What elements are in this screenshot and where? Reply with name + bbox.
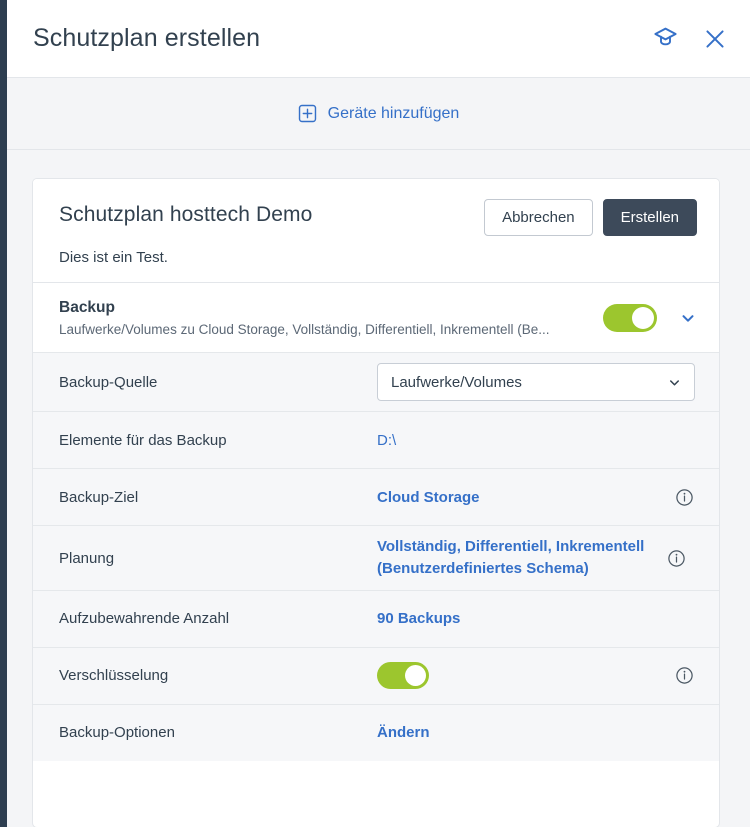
setting-row-label: Planung — [59, 549, 115, 567]
setting-row-label: Verschlüsselung — [59, 667, 169, 685]
setting-row-value[interactable]: Vollständig, Differentiell, Inkrementell… — [377, 536, 655, 580]
setting-row-label: Backup-Optionen — [59, 724, 175, 742]
plan-name[interactable]: Schutzplan hosttech Demo — [59, 199, 312, 227]
setting-row: Planung Vollständig, Differentiell, Inkre… — [33, 525, 719, 590]
setting-row-value[interactable]: Ändern — [377, 724, 663, 741]
protection-plan-card: Schutzplan hosttech Demo Abbrechen Erste… — [32, 178, 720, 827]
plan-header-row: Schutzplan hosttech Demo Abbrechen Erste… — [59, 199, 697, 237]
setting-row: Backup-Ziel Cloud Storage — [33, 468, 719, 526]
encryption-toggle[interactable] — [377, 662, 429, 690]
backup-module-summary: Laufwerke/Volumes zu Cloud Storage, Voll… — [59, 322, 550, 338]
setting-row: Backup-Optionen Ändern — [33, 703, 719, 761]
close-icon[interactable] — [698, 22, 732, 56]
select-selected-value: Laufwerke/Volumes — [391, 373, 522, 391]
toggle-knob — [405, 665, 426, 687]
plan-card-header: Schutzplan hosttech Demo Abbrechen Erste… — [33, 179, 719, 283]
toggle-knob — [632, 307, 654, 330]
setting-row: Backup-Quelle Laufwerke/Volumes — [33, 352, 719, 412]
plan-action-buttons: Abbrechen Erstellen — [484, 199, 697, 237]
create-button[interactable]: Erstellen — [602, 199, 697, 237]
cancel-button[interactable]: Abbrechen — [484, 199, 593, 237]
create-protection-plan-dialog: Schutzplan erstellen Geräte hinzufügen S… — [0, 0, 750, 827]
add-devices-bar: Geräte hinzufügen — [7, 78, 750, 150]
setting-row-value[interactable]: Cloud Storage — [377, 489, 663, 506]
add-devices-label: Geräte hinzufügen — [327, 104, 460, 122]
setting-row-control: Laufwerke/Volumes — [377, 363, 695, 402]
titlebar-actions — [648, 22, 732, 56]
dialog-titlebar: Schutzplan erstellen — [7, 0, 750, 78]
backup-module-controls — [603, 304, 697, 333]
backup-settings-rows: Backup-Quelle Laufwerke/Volumes Elemente f… — [33, 352, 719, 761]
setting-row: Aufzubewahrende Anzahl 90 Backups — [33, 589, 719, 647]
plus-square-icon — [298, 104, 317, 123]
info-icon[interactable] — [671, 666, 697, 685]
setting-row-control — [377, 662, 663, 690]
backup-module-header[interactable]: Backup Laufwerke/Volumes zu Cloud Storag… — [33, 282, 719, 353]
setting-row-value[interactable]: D:\ — [377, 432, 663, 449]
setting-row-value[interactable]: 90 Backups — [377, 610, 663, 627]
chevron-down-icon — [667, 375, 682, 390]
info-icon[interactable] — [663, 549, 689, 568]
backup-enable-toggle[interactable] — [603, 304, 657, 333]
chevron-down-icon[interactable] — [679, 309, 697, 327]
graduation-cap-icon[interactable] — [648, 22, 682, 56]
setting-row-label: Backup-Quelle — [59, 373, 158, 391]
setting-row-label: Elemente für das Backup — [59, 431, 227, 449]
backup-source-select[interactable]: Laufwerke/Volumes — [377, 363, 695, 402]
setting-row: Elemente für das Backup D:\ — [33, 411, 719, 469]
add-devices-button[interactable]: Geräte hinzufügen — [298, 104, 460, 123]
setting-row: Verschlüsselung — [33, 646, 719, 704]
plan-description[interactable]: Dies ist ein Test. — [59, 249, 697, 266]
left-nav-rail — [0, 0, 7, 827]
backup-module-text: Backup Laufwerke/Volumes zu Cloud Storag… — [59, 299, 603, 337]
page-title: Schutzplan erstellen — [33, 24, 261, 52]
backup-module-title: Backup — [59, 299, 115, 317]
info-icon[interactable] — [671, 488, 697, 507]
setting-row-label: Aufzubewahrende Anzahl — [59, 610, 230, 628]
setting-row-label: Backup-Ziel — [59, 488, 139, 506]
